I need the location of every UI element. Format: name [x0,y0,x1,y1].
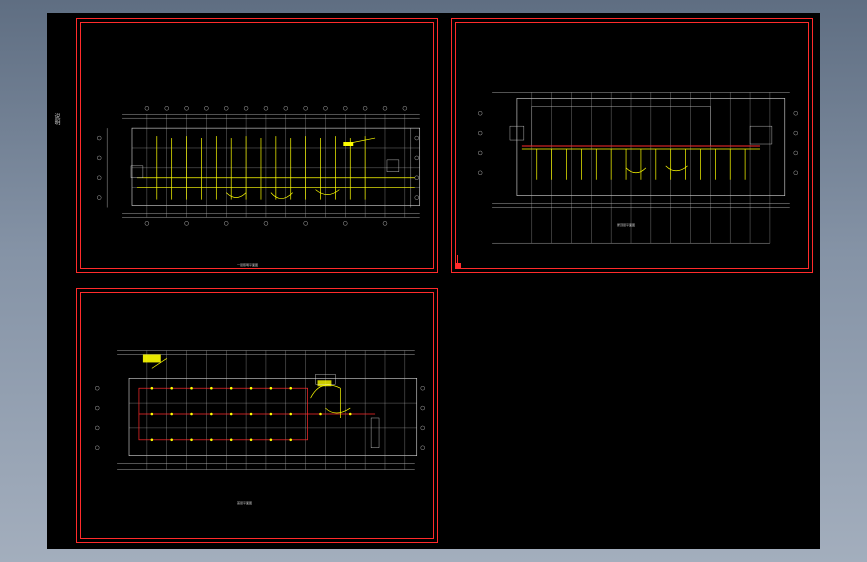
sheet-1-caption: 一层照明平面图 [237,263,259,267]
sheet-3-caption: 首层平面图 [237,501,253,505]
drawing-sheet-1[interactable]: 一层照明平面图 [76,18,438,273]
cad-drawing-viewport[interactable]: 说明 一层照明平面图 屋顶层平面图 首层平面图 [47,13,820,549]
drawing-sheet-3[interactable]: 首层平面图 [76,288,438,543]
side-note-text: 说明 [53,113,60,125]
sheet-2-plan [478,92,798,244]
sheet-2-caption: 屋顶层平面图 [617,223,636,227]
ucs-origin-marker [455,255,461,269]
drawing-sheet-2[interactable]: 屋顶层平面图 [451,18,813,273]
sheet-3-plan [95,350,425,470]
sheet-1-plan [97,106,421,226]
